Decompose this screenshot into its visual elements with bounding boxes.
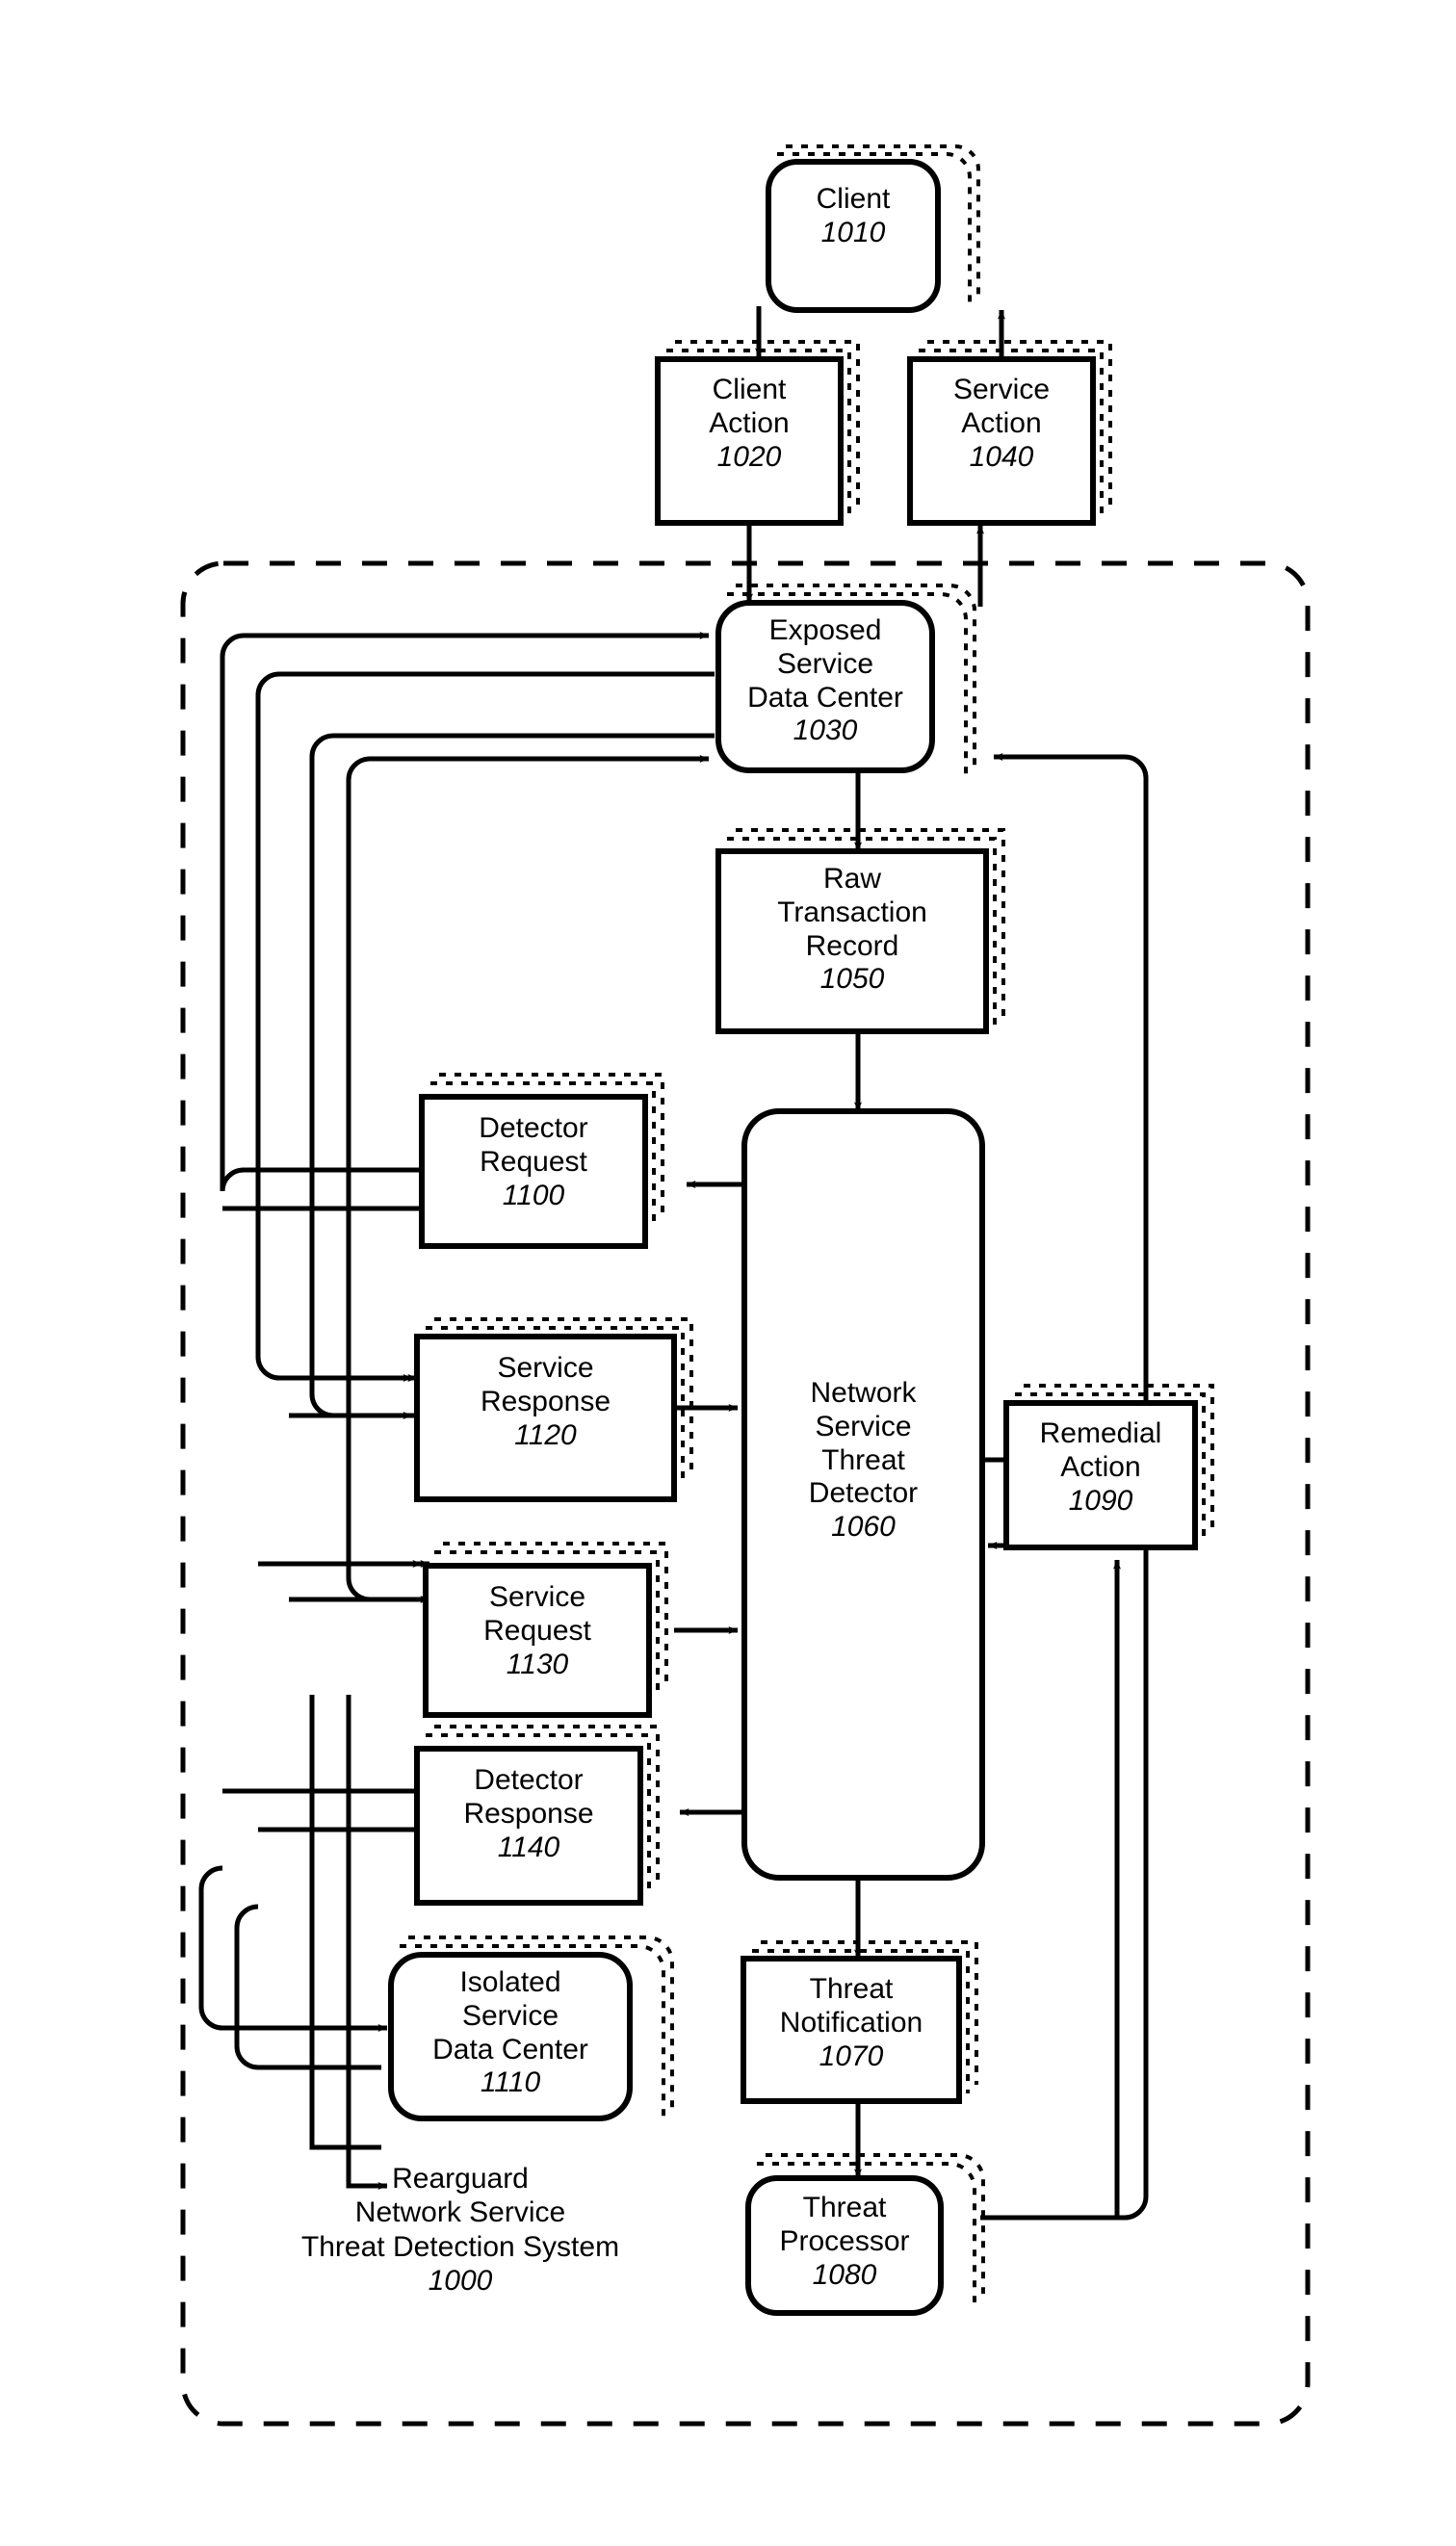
node-detector-response-shape (414, 1746, 643, 1906)
system-caption-ref: 1000 (428, 2265, 493, 2298)
node-detector-shape (741, 1108, 985, 1881)
node-raw-txn-shape (715, 848, 989, 1034)
system-caption: Rearguard Network Service Threat Detecti… (220, 2162, 701, 2299)
node-remedial-shape (1003, 1400, 1198, 1550)
node-detector-request-shape (419, 1094, 648, 1249)
system-caption-line2: Network Service (354, 2196, 566, 2229)
node-client-action-shape (655, 356, 844, 526)
system-caption-line1: Rearguard (392, 2163, 529, 2195)
node-exposed-dc-shape (715, 600, 935, 773)
node-service-request-shape (423, 1563, 652, 1718)
diagram-vector-layer (180, 144, 1311, 2427)
node-isolated-dc-shape (388, 1952, 633, 2121)
node-threat-processor-shape (745, 2175, 944, 2316)
node-client-shape (766, 159, 941, 313)
node-service-action-shape (907, 356, 1096, 526)
patent-figure: Client 1010 Client Action 1020 Service A… (0, 0, 1456, 2546)
system-caption-line3: Threat Detection System (300, 2230, 620, 2263)
node-threat-notification-shape (741, 1956, 962, 2104)
node-service-response-shape (414, 1334, 677, 1502)
